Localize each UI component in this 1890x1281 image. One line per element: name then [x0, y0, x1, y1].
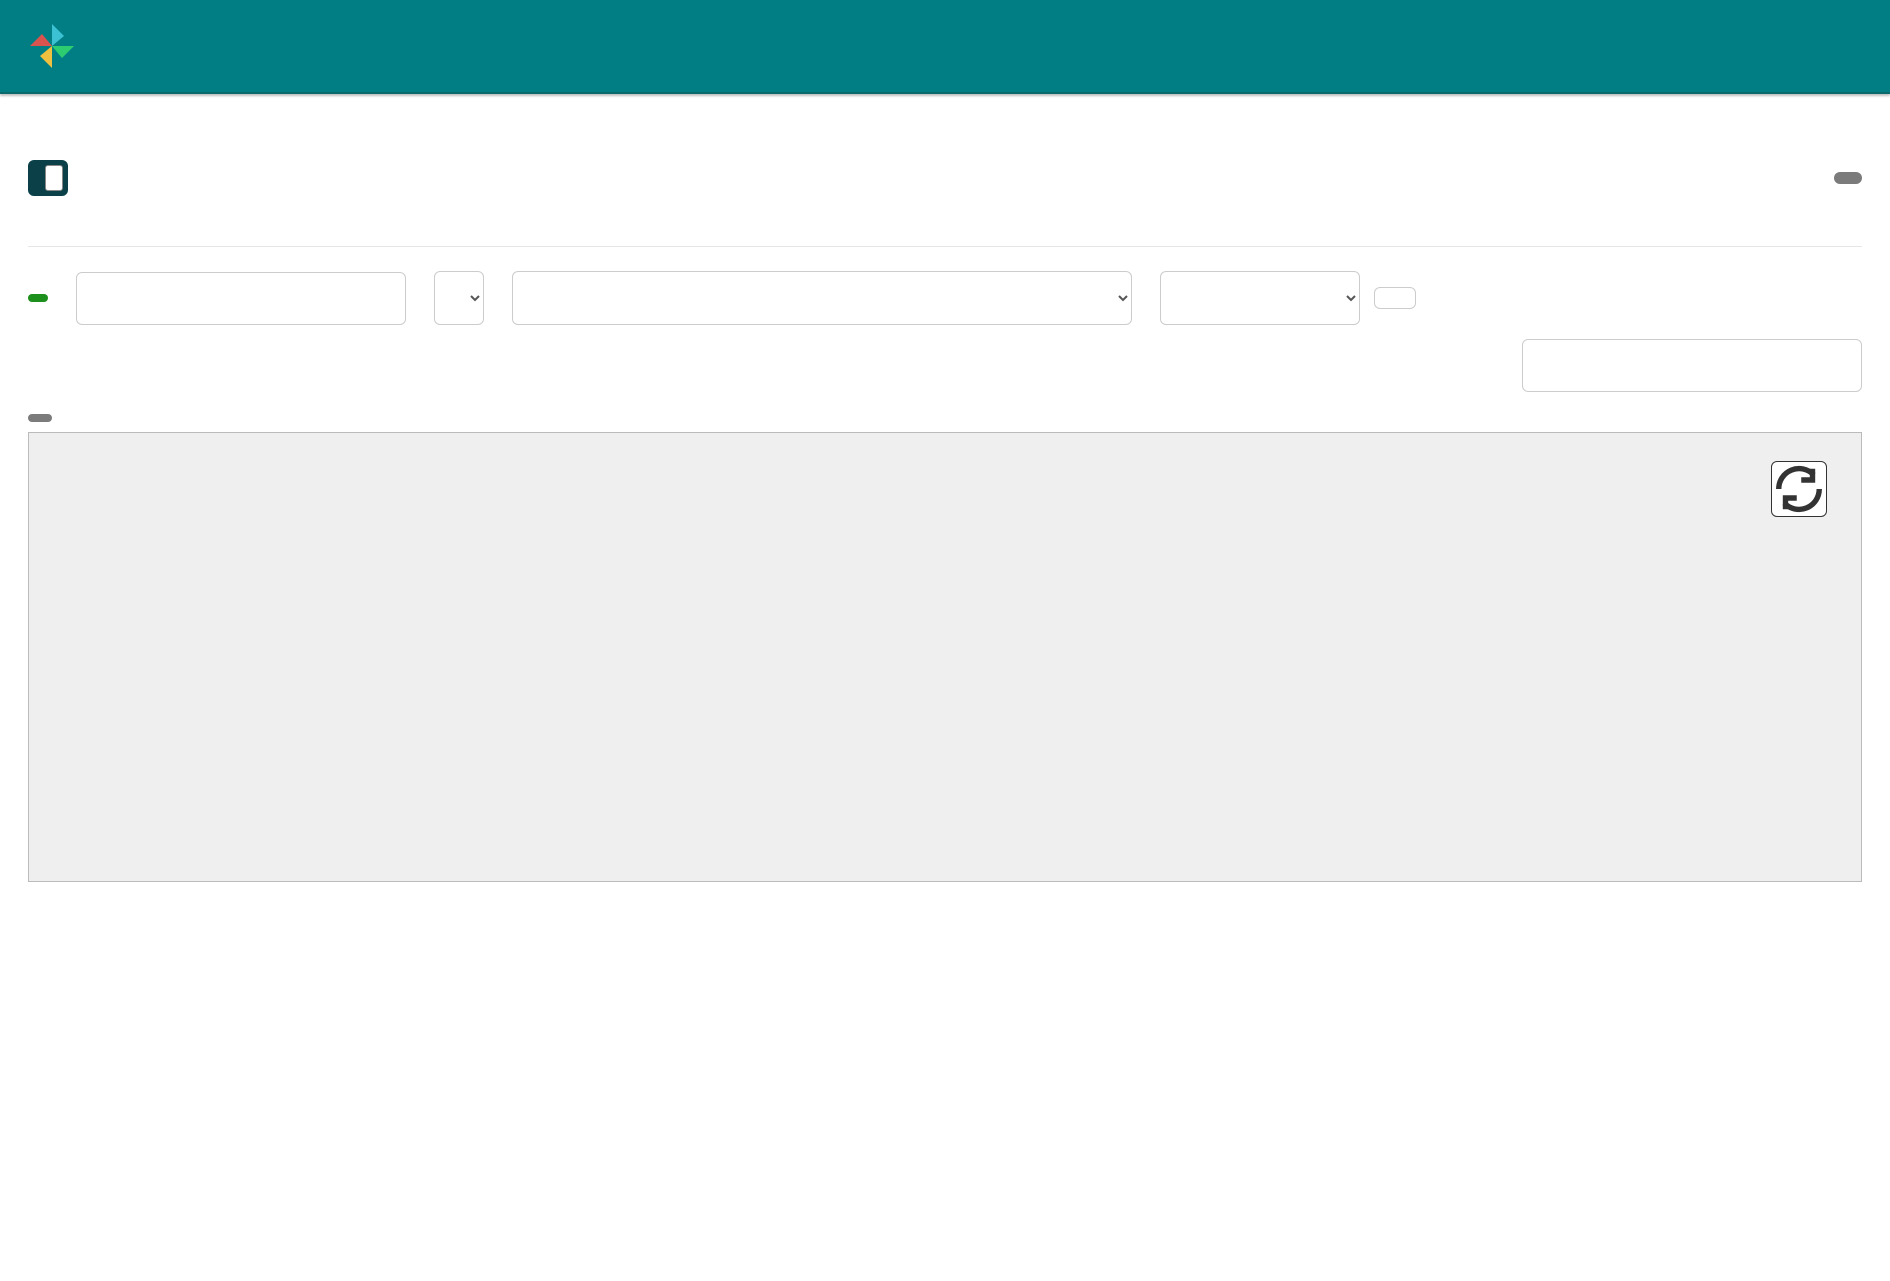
- base-date-input[interactable]: [76, 272, 406, 325]
- legend: [28, 414, 1862, 422]
- dag-header: [28, 160, 1862, 196]
- schedule-badge: [1834, 172, 1862, 184]
- graph-canvas[interactable]: [28, 432, 1862, 882]
- run-select[interactable]: [512, 271, 1132, 325]
- airflow-logo-icon: [28, 22, 76, 70]
- go-button[interactable]: [1374, 287, 1416, 309]
- edge-layer: [29, 433, 1861, 881]
- refresh-icon: [1772, 462, 1826, 516]
- component-badge: [28, 414, 52, 422]
- controls-row: [28, 271, 1862, 325]
- navbar: [0, 0, 1890, 94]
- graph-refresh-button[interactable]: [1771, 461, 1827, 517]
- dag-on-toggle[interactable]: [28, 160, 68, 196]
- layout-select[interactable]: [1160, 271, 1360, 325]
- run-status-badge: [28, 294, 48, 302]
- divider: [28, 246, 1862, 247]
- toggle-knob-icon: [45, 165, 63, 191]
- num-runs-select[interactable]: [434, 271, 484, 325]
- brand[interactable]: [28, 22, 84, 70]
- search-input[interactable]: [1522, 339, 1862, 392]
- search-wrap: [28, 339, 1862, 392]
